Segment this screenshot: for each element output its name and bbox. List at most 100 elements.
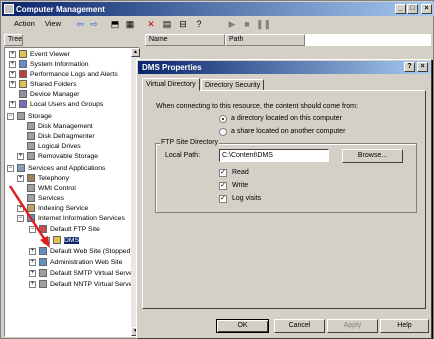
cancel-button[interactable]: Cancel: [274, 319, 325, 333]
device-manager-icon: [19, 90, 27, 99]
pause-icon[interactable]: ❚❚: [256, 18, 271, 30]
play-icon[interactable]: ▶: [226, 18, 238, 30]
local-path-input[interactable]: C:\Content\DMS: [219, 149, 329, 162]
radio-network-share[interactable]: [219, 128, 227, 136]
performance-icon: [19, 70, 27, 79]
tree-item-device-manager[interactable]: Device Manager: [19, 90, 80, 100]
tab-virtual-directory[interactable]: Virtual Directory: [142, 78, 200, 91]
dialog-title: DMS Properties: [142, 63, 202, 72]
close-button[interactable]: ×: [421, 4, 432, 14]
tree-item-iis[interactable]: − Internet Information Services: [17, 214, 125, 224]
tree-item-services[interactable]: Services: [27, 194, 64, 204]
dialog-title-bar[interactable]: DMS Properties ? ×: [138, 61, 430, 74]
dialog-help-button[interactable]: ?: [404, 62, 415, 72]
tree-item-wmi-control[interactable]: WMI Control: [27, 184, 76, 194]
tree-item-disk-management[interactable]: Disk Management: [27, 122, 93, 132]
tree-item-services-and-applications[interactable]: − Services and Applications: [7, 164, 105, 174]
web-site-icon: [39, 247, 47, 256]
iis-icon: [27, 214, 35, 223]
maximize-button[interactable]: □: [407, 4, 418, 14]
write-checkbox[interactable]: ✓: [219, 182, 227, 190]
log-visits-checkbox[interactable]: ✓: [219, 195, 227, 203]
tree-item-telephony[interactable]: + Telephony: [17, 174, 69, 184]
expand-icon[interactable]: +: [43, 237, 50, 244]
dialog-close-button[interactable]: ×: [417, 62, 428, 72]
menu-action[interactable]: Action: [10, 17, 39, 31]
minimize-button[interactable]: _: [395, 4, 406, 14]
delete-icon[interactable]: ✕: [145, 18, 157, 30]
tree-item-local-users[interactable]: + Local Users and Groups: [9, 100, 103, 110]
expand-icon[interactable]: +: [9, 101, 16, 108]
help-button[interactable]: Help: [380, 319, 429, 333]
forward-icon[interactable]: ⇨: [88, 18, 100, 30]
apply-button[interactable]: Apply: [327, 319, 378, 333]
read-label: Read: [232, 169, 249, 176]
virtual-directory-panel: When connecting to this resource, the co…: [142, 90, 426, 309]
collapse-icon[interactable]: −: [29, 226, 36, 233]
expand-icon[interactable]: +: [9, 61, 16, 68]
tree-item-removable-storage[interactable]: + Removable Storage: [17, 152, 98, 162]
read-checkbox[interactable]: ✓: [219, 169, 227, 177]
expand-icon[interactable]: +: [29, 248, 36, 255]
ok-button[interactable]: OK: [216, 319, 269, 333]
services-icon: [27, 194, 35, 203]
telephony-icon: [27, 174, 35, 183]
tree-item-shared-folders[interactable]: + Shared Folders: [9, 80, 76, 90]
tree-item-performance-logs[interactable]: + Performance Logs and Alerts: [9, 70, 118, 80]
dms-properties-dialog: DMS Properties ? × Virtual Directory Dir…: [136, 59, 432, 339]
expand-icon[interactable]: +: [17, 153, 24, 160]
list-header: Name Path: [145, 34, 431, 46]
main-title-bar[interactable]: Computer Management _ □ ×: [2, 2, 434, 16]
nntp-icon: [39, 280, 47, 289]
collapse-icon[interactable]: −: [17, 215, 24, 222]
properties-icon[interactable]: ▤: [161, 18, 173, 30]
collapse-icon[interactable]: −: [7, 165, 14, 172]
tree-item-disk-defragmenter[interactable]: Disk Defragmenter: [27, 132, 95, 142]
expand-icon[interactable]: +: [9, 51, 16, 58]
tree-item-indexing-service[interactable]: + Indexing Service: [17, 204, 88, 214]
scroll-up-icon[interactable]: ▲: [131, 48, 140, 57]
help-icon[interactable]: ?: [193, 18, 205, 30]
tree-item-logical-drives[interactable]: Logical Drives: [27, 142, 81, 152]
up-icon[interactable]: ⬒: [109, 18, 121, 30]
ftp-site-icon: [39, 225, 47, 234]
smtp-icon: [39, 269, 47, 278]
services-apps-icon: [17, 164, 25, 173]
back-icon[interactable]: ⇦: [74, 18, 86, 30]
column-path[interactable]: Path: [225, 34, 305, 46]
removable-icon: [27, 152, 35, 161]
expand-icon[interactable]: +: [17, 175, 24, 182]
console-tree: + Event Viewer + System Information + Perfo…: [4, 47, 140, 337]
radio-local-directory[interactable]: [219, 115, 227, 123]
collapse-icon[interactable]: −: [7, 113, 14, 120]
expand-icon[interactable]: +: [29, 281, 36, 288]
tree-tab[interactable]: Tree: [4, 34, 23, 46]
expand-icon[interactable]: +: [29, 270, 36, 277]
web-site-icon: [39, 258, 47, 267]
tree-item-dms[interactable]: + DMS: [43, 236, 80, 246]
menu-view[interactable]: View: [41, 17, 65, 31]
tree-item-default-smtp[interactable]: + Default SMTP Virtual Server: [29, 269, 135, 279]
menu-bar: Action View: [2, 17, 434, 31]
tree-item-administration-web-site[interactable]: + Administration Web Site: [29, 258, 122, 268]
expand-icon[interactable]: +: [9, 81, 16, 88]
expand-icon[interactable]: +: [17, 205, 24, 212]
export-icon[interactable]: ⊟: [177, 18, 189, 30]
expand-icon[interactable]: +: [9, 71, 16, 78]
tree-item-default-web-site[interactable]: + Default Web Site (Stopped): [29, 247, 133, 257]
tree-item-event-viewer[interactable]: + Event Viewer: [9, 50, 70, 60]
tree-item-system-information[interactable]: + System Information: [9, 60, 89, 70]
write-label: Write: [232, 182, 249, 189]
browse-button[interactable]: Browse...: [342, 149, 403, 163]
column-name[interactable]: Name: [145, 34, 225, 46]
main-title: Computer Management: [16, 4, 105, 14]
stop-icon[interactable]: ■: [241, 18, 253, 30]
tree-item-default-nntp[interactable]: + Default NNTP Virtual Server: [29, 280, 135, 290]
expand-icon[interactable]: +: [29, 259, 36, 266]
system-info-icon: [19, 60, 27, 69]
tree-item-default-ftp-site[interactable]: − Default FTP Site: [29, 225, 100, 235]
tree-item-storage[interactable]: − Storage: [7, 112, 52, 122]
show-hide-icon[interactable]: ▦: [124, 18, 136, 30]
wmi-icon: [27, 184, 35, 193]
connect-prompt: When connecting to this resource, the co…: [156, 103, 358, 110]
